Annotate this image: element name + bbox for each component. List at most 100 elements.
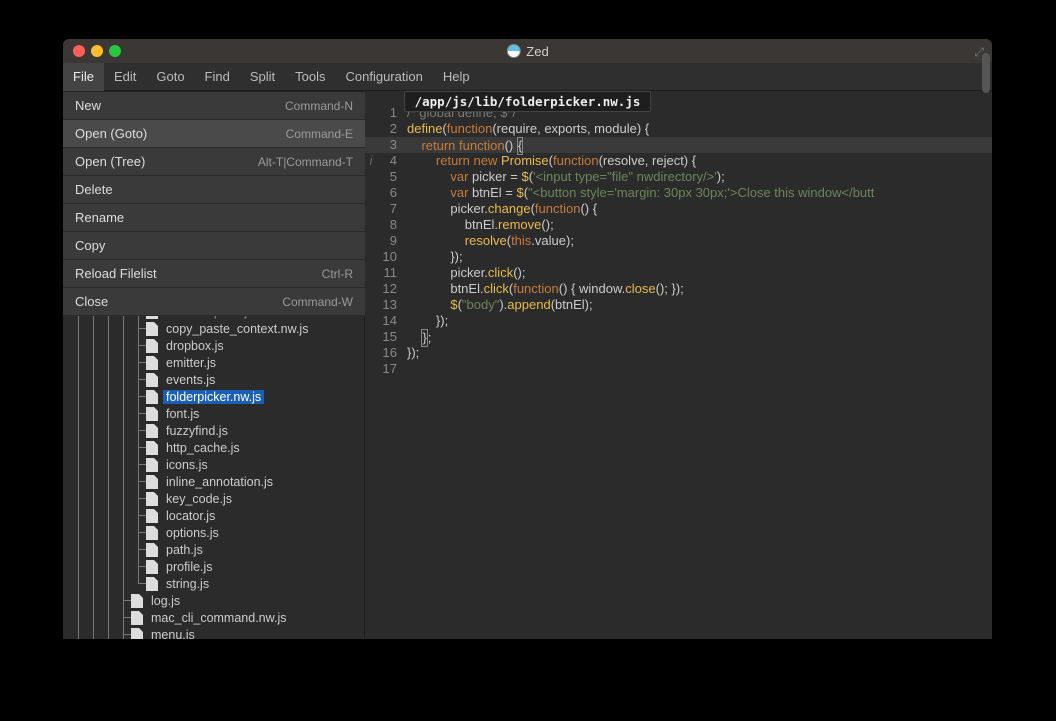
code-line[interactable]: 2define(function(require, exports, modul… (365, 121, 992, 137)
tree-item-label: emitter.js (163, 356, 219, 370)
gutter-state (365, 121, 377, 137)
tree-file[interactable]: events.js (63, 371, 364, 388)
tree-file[interactable]: dropbox.js (63, 337, 364, 354)
file-menu-item-new[interactable]: New Command-N (63, 92, 365, 120)
tree-item-label: copy_paste_context.nw.js (163, 322, 311, 336)
file-icon (146, 475, 158, 489)
code-line[interactable]: 6 var btnEl = $("<button style='margin: … (365, 185, 992, 201)
file-icon (146, 492, 158, 506)
close-window-button[interactable] (73, 45, 85, 57)
minimize-window-button[interactable] (91, 45, 103, 57)
code-text[interactable]: btnEl.remove(); (407, 217, 992, 233)
code-editor[interactable]: 1/* global define, $*/2define(function(r… (365, 91, 992, 639)
menu-find[interactable]: Find (195, 63, 240, 91)
code-line[interactable]: 8 btnEl.remove(); (365, 217, 992, 233)
file-menu-item-reload-filelist[interactable]: Reload FilelistCtrl-R (63, 260, 365, 288)
code-line[interactable]: 10 }); (365, 249, 992, 265)
menu-file[interactable]: File (63, 63, 104, 91)
code-line[interactable]: 17 (365, 361, 992, 377)
file-tree[interactable]: autocomplete.jscopy_paste_context.nw.jsd… (63, 303, 364, 639)
code-text[interactable]: resolve(this.value); (407, 233, 992, 249)
titlebar: Zed ⤢ (63, 39, 992, 63)
file-menu-item-rename[interactable]: Rename (63, 204, 365, 232)
code-text[interactable]: }); (407, 345, 992, 361)
code-line[interactable]: i4 return new Promise(function(resolve, … (365, 153, 992, 169)
zoom-window-button[interactable] (109, 45, 121, 57)
file-icon (146, 424, 158, 438)
code-text[interactable]: return new Promise(function(resolve, rej… (407, 153, 992, 169)
code-text[interactable]: }); (407, 249, 992, 265)
code-line[interactable]: 11 picker.click(); (365, 265, 992, 281)
tree-file[interactable]: mac_cli_command.nw.js (63, 609, 364, 626)
menu-item-label: New (75, 98, 101, 113)
gutter-state (365, 297, 377, 313)
code-line[interactable]: 16}); (365, 345, 992, 361)
tree-file[interactable]: folderpicker.nw.js (63, 388, 364, 405)
code-text[interactable]: btnEl.click(function() { window.close();… (407, 281, 992, 297)
file-menu-item-open-tree-[interactable]: Open (Tree)Alt-T|Command-T (63, 148, 365, 176)
tree-file[interactable]: profile.js (63, 558, 364, 575)
file-icon (146, 322, 158, 336)
code-text[interactable]: }; (407, 329, 992, 345)
tree-file[interactable]: fuzzyfind.js (63, 422, 364, 439)
menu-tools[interactable]: Tools (285, 63, 335, 91)
code-text[interactable]: picker.click(); (407, 265, 992, 281)
tree-file[interactable]: emitter.js (63, 354, 364, 371)
code-text[interactable]: var picker = $('<input type="file" nwdir… (407, 169, 992, 185)
line-number: 10 (377, 249, 407, 265)
tree-file[interactable]: string.js (63, 575, 364, 592)
menu-configuration[interactable]: Configuration (336, 63, 433, 91)
code-text[interactable]: picker.change(function() { (407, 201, 992, 217)
gutter-state (365, 169, 377, 185)
line-number: 13 (377, 297, 407, 313)
code-text[interactable]: }); (407, 313, 992, 329)
code-line[interactable]: 15 }; (365, 329, 992, 345)
code-line[interactable]: 3 return function() { (365, 137, 992, 153)
code-text[interactable] (407, 361, 992, 377)
tree-file[interactable]: copy_paste_context.nw.js (63, 320, 364, 337)
line-number: 2 (377, 121, 407, 137)
line-number: 8 (377, 217, 407, 233)
menu-goto[interactable]: Goto (146, 63, 194, 91)
gutter-state (365, 201, 377, 217)
code-line[interactable]: 5 var picker = $('<input type="file" nwd… (365, 169, 992, 185)
line-number: 15 (377, 329, 407, 345)
file-menu-item-close[interactable]: CloseCommand-W (63, 288, 365, 316)
file-icon (146, 458, 158, 472)
code-line[interactable]: 12 btnEl.click(function() { window.close… (365, 281, 992, 297)
tree-file[interactable]: icons.js (63, 456, 364, 473)
code-line[interactable]: 9 resolve(this.value); (365, 233, 992, 249)
tree-file[interactable]: locator.js (63, 507, 364, 524)
tree-file[interactable]: http_cache.js (63, 439, 364, 456)
code-line[interactable]: 14 }); (365, 313, 992, 329)
open-file-path-label: /app/js/lib/folderpicker.nw.js (404, 91, 652, 112)
tree-item-label: options.js (163, 526, 222, 540)
menu-edit[interactable]: Edit (104, 63, 146, 91)
code-text[interactable]: define(function(require, exports, module… (407, 121, 992, 137)
code-text[interactable]: var btnEl = $("<button style='margin: 30… (407, 185, 992, 201)
editor-scrollbar[interactable] (982, 91, 990, 93)
file-menu-item-copy[interactable]: Copy (63, 232, 365, 260)
menu-item-label: Delete (75, 182, 113, 197)
code-line[interactable]: 13 $("body").append(btnEl); (365, 297, 992, 313)
tree-file[interactable]: options.js (63, 524, 364, 541)
code-text[interactable]: return function() { (407, 137, 992, 153)
tree-file[interactable]: path.js (63, 541, 364, 558)
line-number: 16 (377, 345, 407, 361)
code-line[interactable]: 7 picker.change(function() { (365, 201, 992, 217)
tree-file[interactable]: menu.js (63, 626, 364, 639)
file-icon (146, 390, 158, 404)
code-text[interactable]: $("body").append(btnEl); (407, 297, 992, 313)
tree-file[interactable]: font.js (63, 405, 364, 422)
menu-split[interactable]: Split (240, 63, 285, 91)
file-menu-item-open-goto-[interactable]: Open (Goto)Command-E (63, 120, 365, 148)
menu-item-shortcut: Command-N (285, 99, 353, 113)
file-menu-item-delete[interactable]: Delete (63, 176, 365, 204)
tree-item-label: log.js (148, 594, 183, 608)
line-number: 11 (377, 265, 407, 281)
tree-file[interactable]: inline_annotation.js (63, 473, 364, 490)
menu-help[interactable]: Help (433, 63, 480, 91)
line-number: 3 (377, 137, 407, 153)
tree-file[interactable]: log.js (63, 592, 364, 609)
tree-file[interactable]: key_code.js (63, 490, 364, 507)
